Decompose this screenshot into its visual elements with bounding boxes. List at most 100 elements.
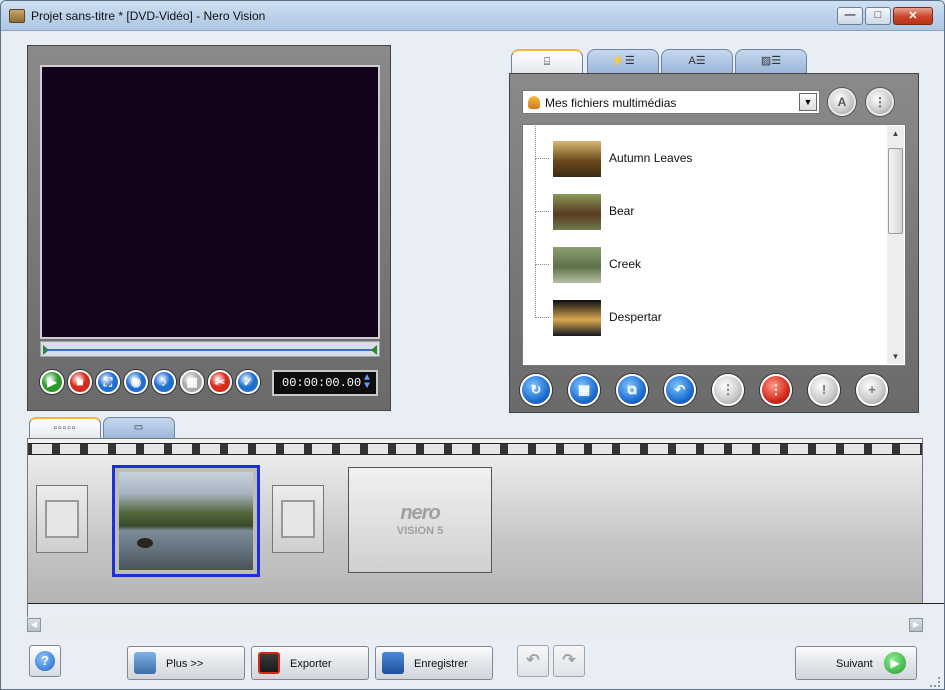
redo-icon: ↷ [562, 652, 576, 669]
timecode-spinner-icon[interactable]: ▲ ▼ [364, 374, 370, 392]
film-button[interactable]: ▦ [180, 370, 204, 394]
stop-button[interactable]: ■ [68, 370, 92, 394]
play-button[interactable]: ▶ [40, 370, 64, 394]
tree-connector [535, 264, 549, 265]
transition-slot[interactable] [272, 485, 324, 553]
more-icon [134, 652, 156, 674]
nero-vision-logo: nero VISION 5 [349, 502, 491, 537]
close-button[interactable]: ✕ [893, 7, 933, 25]
timecode-field[interactable]: 00:00:00.00 ▲ ▼ [272, 370, 378, 396]
scroll-thumb[interactable] [888, 148, 903, 234]
storyboard-clip[interactable] [112, 465, 260, 577]
check-button[interactable]: ✓ [236, 370, 260, 394]
browse-button[interactable]: ⋮ [866, 88, 894, 116]
preview-panel: ▶ ■ ⛶ ◉ ♪ ▦ ✂ ✓ 00:00:00.00 ▲ ▼ [27, 45, 391, 411]
tree-line [535, 125, 536, 159]
media-item-label: Autumn Leaves [609, 151, 693, 165]
video-preview [40, 65, 380, 339]
redo-button[interactable]: ↷ [553, 645, 585, 677]
scrubber-track[interactable] [45, 349, 375, 351]
tree-line [535, 211, 536, 265]
media-action-4-button[interactable]: ↶ [664, 374, 696, 406]
storyboard-scrollbar[interactable]: ◀ ▶ [27, 617, 923, 633]
storyboard: nero VISION 5 [27, 438, 944, 657]
tree-line [535, 158, 536, 212]
scroll-up-icon[interactable]: ▲ [887, 129, 904, 138]
tree-line [535, 264, 536, 318]
undo-icon: ↶ [526, 652, 540, 669]
clip-thumbnail [119, 472, 253, 570]
minimize-button[interactable]: — [837, 7, 863, 25]
undo-button[interactable]: ↶ [517, 645, 549, 677]
media-action-5-button[interactable]: ⋮ [712, 374, 744, 406]
media-action-2-button[interactable]: ▦ [568, 374, 600, 406]
title-bar[interactable]: Projet sans-titre * [DVD-Vidéo] - Nero V… [1, 1, 944, 31]
media-thumbnail [553, 300, 601, 336]
media-action-6-button[interactable]: ⋮ [760, 374, 792, 406]
help-icon: ? [35, 651, 55, 671]
media-item-label: Creek [609, 257, 642, 271]
timecode-value: 00:00:00.00 [282, 376, 362, 390]
help-button[interactable]: ? [29, 645, 61, 677]
export-label: Exporter [290, 658, 332, 670]
drop-placeholder[interactable]: nero VISION 5 [348, 467, 492, 573]
nero-logo-text: nero [400, 502, 440, 524]
dropdown-arrow-icon[interactable]: ▼ [799, 93, 817, 111]
more-button[interactable]: Plus >> [127, 646, 245, 680]
media-source-value: Mes fichiers multimédias [545, 96, 677, 110]
media-panel: Mes fichiers multimédias ▼ A ⋮ ▲ ▼ Autum… [509, 73, 919, 413]
next-label: Suivant [836, 658, 873, 670]
bottom-toolbar: ? Plus >> Exporter Enregistrer ↶ ↷ Suiva… [1, 637, 944, 689]
media-list-item[interactable]: Bear [523, 158, 883, 236]
media-source-select[interactable]: Mes fichiers multimédias ▼ [522, 90, 820, 114]
tab-transitions[interactable]: ▨☰ [735, 49, 807, 73]
timeline-scrubber[interactable] [40, 341, 380, 357]
scroll-left-icon[interactable]: ◀ [27, 618, 41, 632]
nero-logo-subtext: VISION 5 [396, 525, 444, 537]
fullscreen-button[interactable]: ⛶ [96, 370, 120, 394]
tree-connector [535, 158, 549, 159]
export-button[interactable]: Exporter [251, 646, 369, 680]
maximize-button[interactable]: □ [865, 7, 891, 25]
media-action-3-button[interactable]: ⧉ [616, 374, 648, 406]
save-label: Enregistrer [414, 658, 468, 670]
app-icon [9, 9, 25, 23]
tab-text[interactable]: A☰ [661, 49, 733, 73]
tab-timeline[interactable]: ▭ [103, 417, 175, 439]
end-marker-icon[interactable] [371, 345, 377, 355]
media-list: ▲ ▼ Autumn Leaves Bear Creek Despertar [522, 124, 906, 366]
close-icon: ✕ [908, 10, 918, 22]
export-icon [258, 652, 280, 674]
transition-slot[interactable] [36, 485, 88, 553]
snapshot-button[interactable]: ◉ [124, 370, 148, 394]
resize-grip-icon[interactable] [930, 677, 940, 687]
save-button[interactable]: Enregistrer [375, 646, 493, 680]
next-button[interactable]: Suivant ▶ [795, 646, 917, 680]
next-arrow-icon: ▶ [884, 652, 906, 674]
more-label: Plus >> [166, 658, 204, 670]
media-list-item[interactable]: Despertar [523, 264, 883, 342]
main-window: Projet sans-titre * [DVD-Vidéo] - Nero V… [0, 0, 945, 690]
cut-button[interactable]: ✂ [208, 370, 232, 394]
minimize-icon: — [844, 9, 856, 21]
tab-storyboard[interactable]: ▫▫▫▫▫ [29, 417, 101, 439]
media-list-item[interactable]: Autumn Leaves [523, 125, 883, 183]
tab-media[interactable]: ⌸ [511, 49, 583, 73]
text-search-button[interactable]: A [828, 88, 856, 116]
record-audio-button[interactable]: ♪ [152, 370, 176, 394]
transition-icon [45, 500, 79, 538]
tab-effects[interactable]: ⚡☰ [587, 49, 659, 73]
media-item-label: Despertar [609, 310, 662, 324]
scroll-right-icon[interactable]: ▶ [909, 618, 923, 632]
film-perforation-top [28, 443, 922, 455]
media-list-scrollbar[interactable]: ▲ ▼ [887, 126, 904, 364]
media-action-8-button[interactable]: + [856, 374, 888, 406]
media-list-item[interactable]: Creek [523, 211, 883, 289]
media-action-7-button[interactable]: ! [808, 374, 840, 406]
scroll-down-icon[interactable]: ▼ [887, 352, 904, 361]
tree-connector [535, 211, 549, 212]
media-thumbnail [553, 247, 601, 283]
media-action-1-button[interactable]: ↻ [520, 374, 552, 406]
window-title: Projet sans-titre * [DVD-Vidéo] - Nero V… [31, 9, 266, 23]
media-thumbnail [553, 141, 601, 177]
